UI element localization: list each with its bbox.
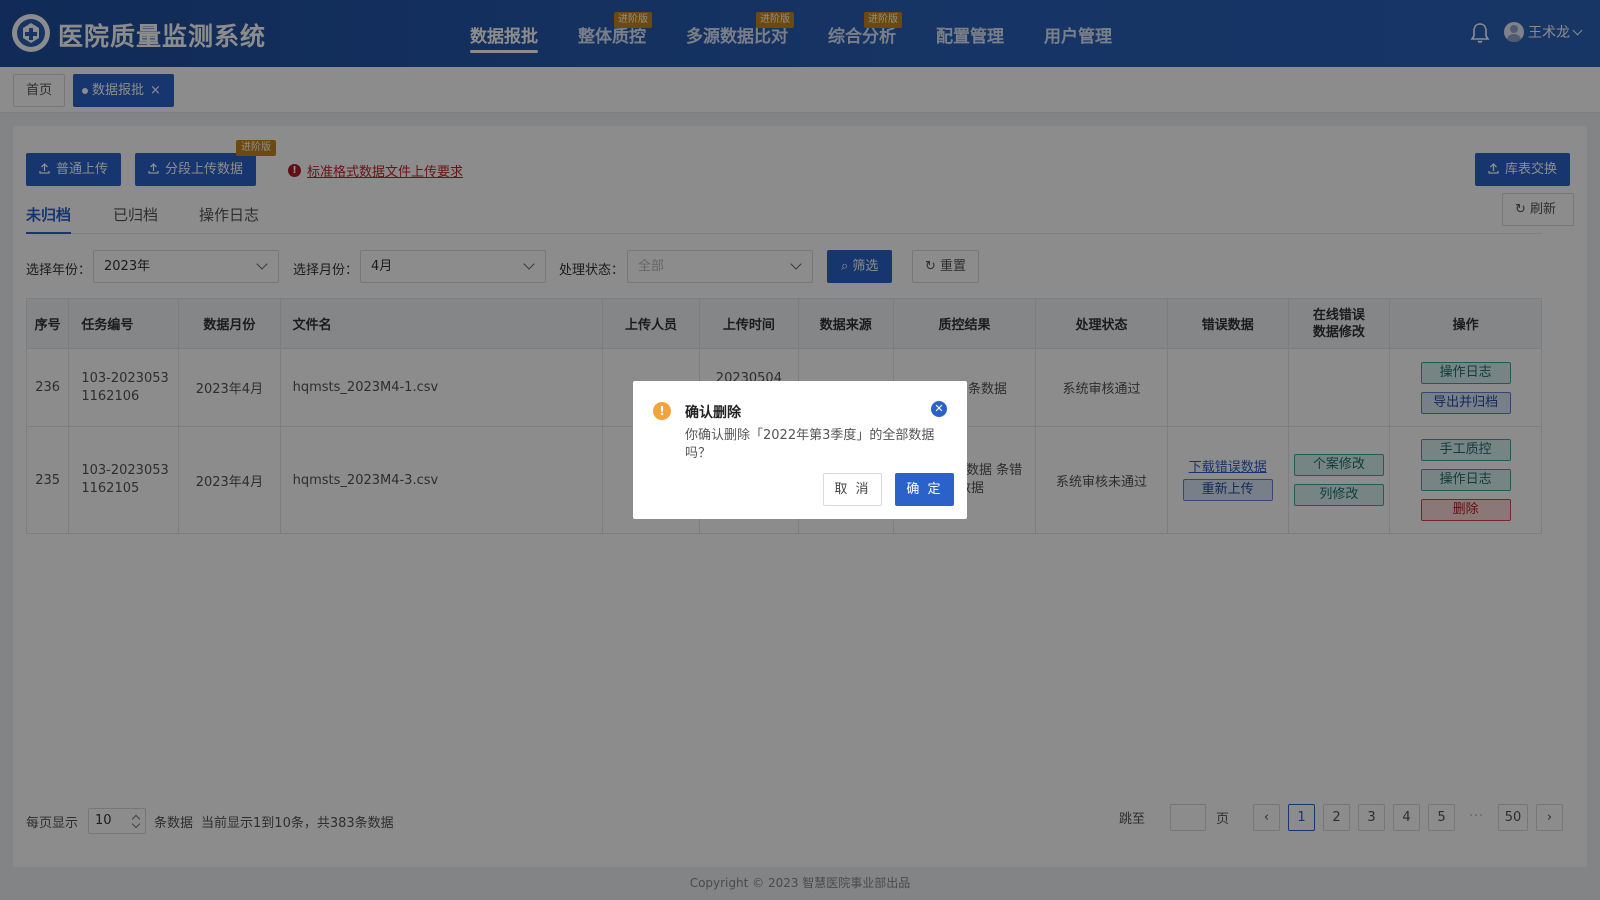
- confirm-button[interactable]: 确 定: [895, 473, 954, 506]
- dialog-message: 你确认删除「2022年第3季度」的全部数据吗？: [685, 428, 935, 461]
- dialog-title: 确认删除: [685, 405, 741, 421]
- cancel-button[interactable]: 取 消: [823, 473, 882, 506]
- confirm-delete-dialog: ! 确认删除 ✕ 你确认删除「2022年第3季度」的全部数据吗？ 取 消 确 定: [633, 381, 967, 519]
- warning-icon: !: [653, 402, 671, 420]
- close-icon[interactable]: ✕: [931, 401, 947, 417]
